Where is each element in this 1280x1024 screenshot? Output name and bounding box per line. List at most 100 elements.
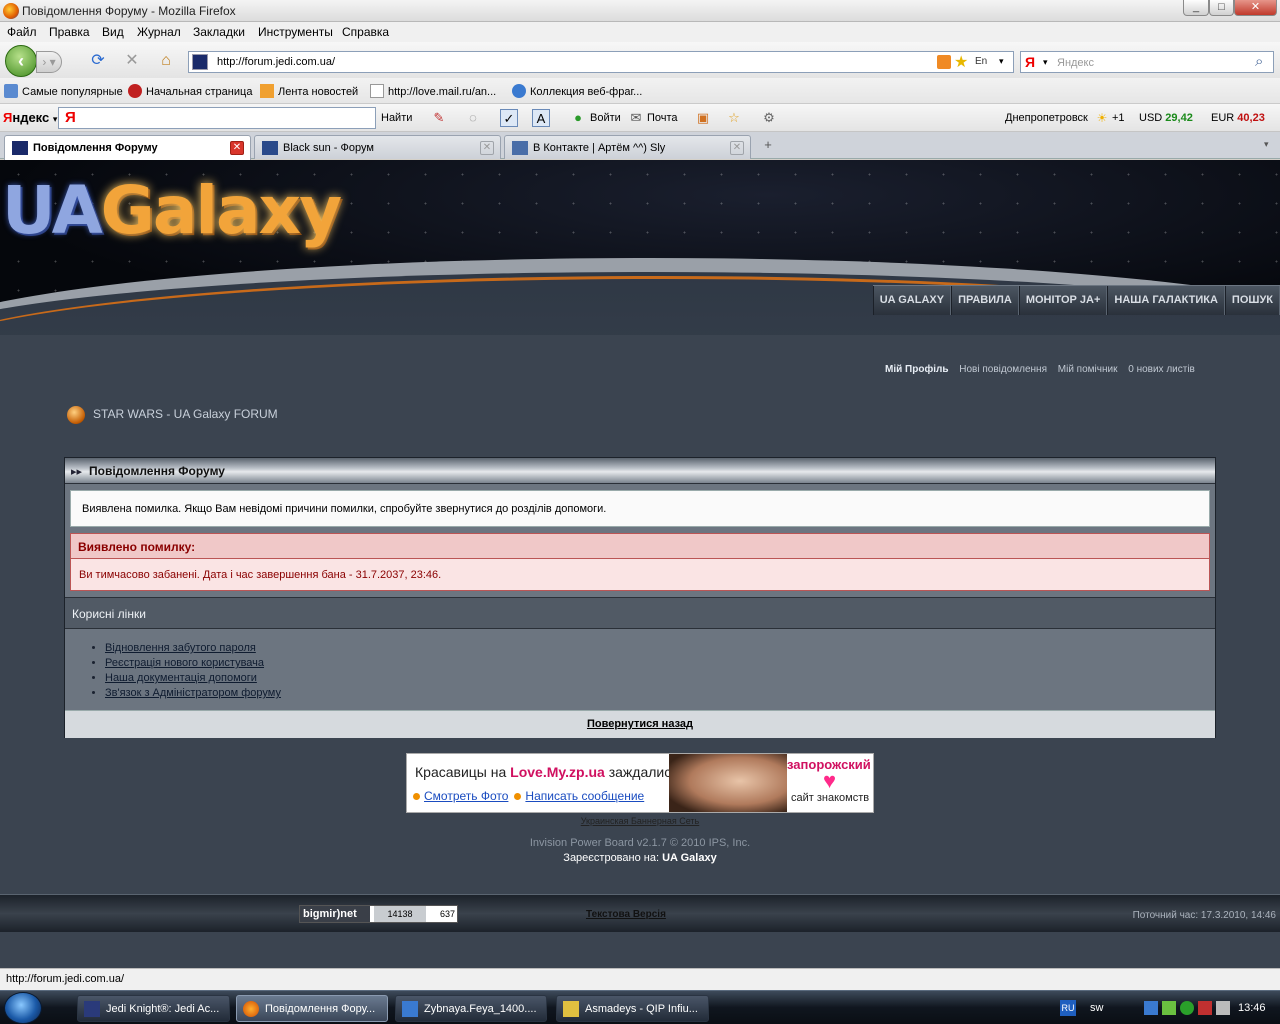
- menu-file[interactable]: Файл: [7, 25, 37, 39]
- help-docs-link[interactable]: Наша документація допомоги: [105, 672, 257, 684]
- search-icon[interactable]: ⌕: [1255, 53, 1263, 70]
- user-links: Мій Профіль Нові повідомлення Мій помічн…: [885, 364, 1203, 375]
- start-button[interactable]: [4, 992, 42, 1024]
- ad-view-photo-link[interactable]: Смотреть Фото: [424, 789, 508, 803]
- yandex-login[interactable]: Войти: [590, 112, 621, 124]
- nav-rules[interactable]: ПРАВИЛА: [951, 286, 1019, 315]
- ad-photo: [669, 754, 787, 812]
- banner-network-link[interactable]: Украинская Баннерная Сеть: [0, 816, 1280, 826]
- text-version-link[interactable]: Текстова Версія: [586, 909, 666, 920]
- bookmark-news-feed[interactable]: Лента новостей: [260, 84, 358, 98]
- window-title: Повідомлення Форуму - Mozilla Firefox: [22, 4, 236, 18]
- lang-indicator[interactable]: En: [975, 56, 987, 67]
- minimize-button[interactable]: _: [1183, 0, 1209, 16]
- my-assistant-link[interactable]: Мій помічник: [1058, 364, 1118, 375]
- search-placeholder: Яндекс: [1057, 57, 1094, 69]
- nav-our-galaxy[interactable]: НАША ГАЛАКТИКА: [1107, 286, 1225, 315]
- tab-vkontakte[interactable]: В Контакте | Артём ^^) Sly ✕: [504, 135, 751, 159]
- tab-close-icon[interactable]: ✕: [480, 141, 494, 155]
- app-tray-icon[interactable]: [1198, 1001, 1212, 1015]
- translate-icon[interactable]: A: [532, 109, 550, 127]
- ad-banner[interactable]: Красавицы на Love.My.zp.ua заждались!!! …: [406, 753, 874, 813]
- forward-button[interactable]: › ▾: [36, 51, 62, 73]
- go-back-link[interactable]: Повернутися назад: [65, 718, 1215, 730]
- home-icon[interactable]: ⌂: [157, 52, 175, 70]
- ad-tagline: сайт знакомств: [791, 792, 870, 804]
- language-indicator[interactable]: RU: [1060, 1000, 1076, 1016]
- bookmark-love-mail[interactable]: http://love.mail.ru/an...: [370, 84, 496, 98]
- bookmark-start-page[interactable]: Начальная страница: [128, 84, 252, 98]
- new-messages-link[interactable]: 0 нових листів: [1128, 364, 1195, 375]
- list-item: Наша документація допомоги: [105, 671, 281, 686]
- menu-bookmarks[interactable]: Закладки: [193, 25, 245, 39]
- bookmark-star-icon[interactable]: ★: [954, 52, 968, 72]
- chat-icon[interactable]: ◌: [464, 109, 482, 127]
- bookmarks-icon[interactable]: ▣: [694, 109, 712, 127]
- search-box[interactable]: Я ▾ Яндекс ⌕: [1020, 51, 1274, 73]
- tab-black-sun[interactable]: Black sun - Форум ✕: [254, 135, 501, 159]
- menu-edit[interactable]: Правка: [49, 25, 90, 39]
- menu-view[interactable]: Вид: [102, 25, 124, 39]
- my-profile-link[interactable]: Мій Профіль: [885, 364, 948, 375]
- taskbar-item-firefox[interactable]: Повідомлення Фору...: [236, 995, 388, 1022]
- panel-title: Повідомлення Форуму: [89, 464, 225, 478]
- new-tab-icon[interactable]: +: [755, 137, 781, 157]
- close-button[interactable]: ✕: [1234, 0, 1277, 16]
- network-icon[interactable]: [1144, 1001, 1158, 1015]
- taskbar-item-jedi-knight[interactable]: Jedi Knight®: Jedi Ac...: [77, 995, 230, 1022]
- bookmark-web-slices[interactable]: Коллекция веб-фраг...: [512, 84, 642, 98]
- new-posts-link[interactable]: Нові повідомлення: [959, 364, 1047, 375]
- rss-icon[interactable]: [937, 55, 951, 69]
- maximize-button[interactable]: □: [1209, 0, 1234, 16]
- eur-rate[interactable]: EUR 40,23: [1211, 112, 1265, 124]
- menu-tools[interactable]: Инструменты: [258, 25, 333, 39]
- taskbar-item-qip[interactable]: Asmadeys - QIP Infiu...: [556, 995, 709, 1022]
- yandex-search-input[interactable]: Я: [58, 107, 376, 129]
- tab-list-icon[interactable]: ▾: [1264, 139, 1269, 150]
- usd-rate[interactable]: USD 29,42: [1139, 112, 1193, 124]
- spellcheck-icon[interactable]: ✓: [500, 109, 518, 127]
- bigmir-counter[interactable]: bigmir)net 14138 637: [299, 905, 458, 923]
- url-text: http://forum.jedi.com.ua/: [217, 56, 335, 68]
- taskbar-item-download[interactable]: Zybnaya.Feya_1400....: [395, 995, 547, 1022]
- breadcrumb-forum-link[interactable]: STAR WARS - UA Galaxy FORUM: [93, 407, 278, 421]
- antivirus-icon[interactable]: [1180, 1001, 1194, 1015]
- url-bar[interactable]: http://forum.jedi.com.ua/ ★ En ▾: [188, 51, 1014, 73]
- search-engine-dropdown-icon[interactable]: ▾: [1043, 57, 1048, 68]
- tab-forum-message[interactable]: Повідомлення Форуму ✕: [4, 135, 251, 160]
- qip-icon: [563, 1001, 579, 1017]
- menu-help[interactable]: Справка: [342, 25, 389, 39]
- weather-temp[interactable]: +1: [1112, 112, 1125, 124]
- tab-close-icon[interactable]: ✕: [230, 141, 244, 155]
- stop-icon[interactable]: ✕: [123, 52, 141, 70]
- yandex-logo[interactable]: Яндекс ▾: [3, 110, 57, 125]
- clock[interactable]: 13:46: [1238, 1002, 1266, 1014]
- tab-close-icon[interactable]: ✕: [730, 141, 744, 155]
- bookmarks-toolbar: Самые популярные Начальная страница Лент…: [0, 78, 1280, 104]
- reload-icon[interactable]: ⟳: [89, 52, 107, 70]
- url-dropdown-icon[interactable]: ▾: [999, 56, 1004, 67]
- yandex-mail[interactable]: Почта: [647, 112, 678, 124]
- pen-icon[interactable]: ✎: [430, 109, 448, 127]
- nav-monitor[interactable]: МОНІТОР JA+: [1018, 286, 1108, 315]
- nav-search[interactable]: ПОШУК: [1224, 286, 1280, 315]
- recover-password-link[interactable]: Відновлення забутого пароля: [105, 642, 256, 654]
- folder-icon: [4, 84, 18, 98]
- navigation-toolbar: ‹ › ▾ ⟳ ✕ ⌂ http://forum.jedi.com.ua/ ★ …: [0, 42, 1280, 78]
- back-button[interactable]: ‹: [5, 45, 37, 77]
- yandex-find-button[interactable]: Найти: [381, 112, 412, 124]
- contact-admin-link[interactable]: Зв'язок з Адміністратором форуму: [105, 687, 281, 699]
- register-link[interactable]: Реєстрація нового користувача: [105, 657, 264, 669]
- ad-write-message-link[interactable]: Написать сообщение: [525, 789, 644, 803]
- settings-gear-icon[interactable]: ⚙: [760, 109, 778, 127]
- menu-history[interactable]: Журнал: [137, 25, 181, 39]
- bookmark-most-visited[interactable]: Самые популярные: [4, 84, 123, 98]
- volume-icon[interactable]: [1216, 1001, 1230, 1015]
- weather-city[interactable]: Днепропетровск: [1005, 112, 1088, 124]
- qip-tray-icon[interactable]: [1162, 1001, 1176, 1015]
- site-logo[interactable]: UAGalaxy: [2, 172, 342, 249]
- tray-user: sw: [1090, 1002, 1104, 1014]
- favorites-star-icon[interactable]: ☆: [725, 109, 743, 127]
- nav-ua-galaxy[interactable]: UA GALAXY: [872, 286, 952, 315]
- rss-feed-icon: [260, 84, 274, 98]
